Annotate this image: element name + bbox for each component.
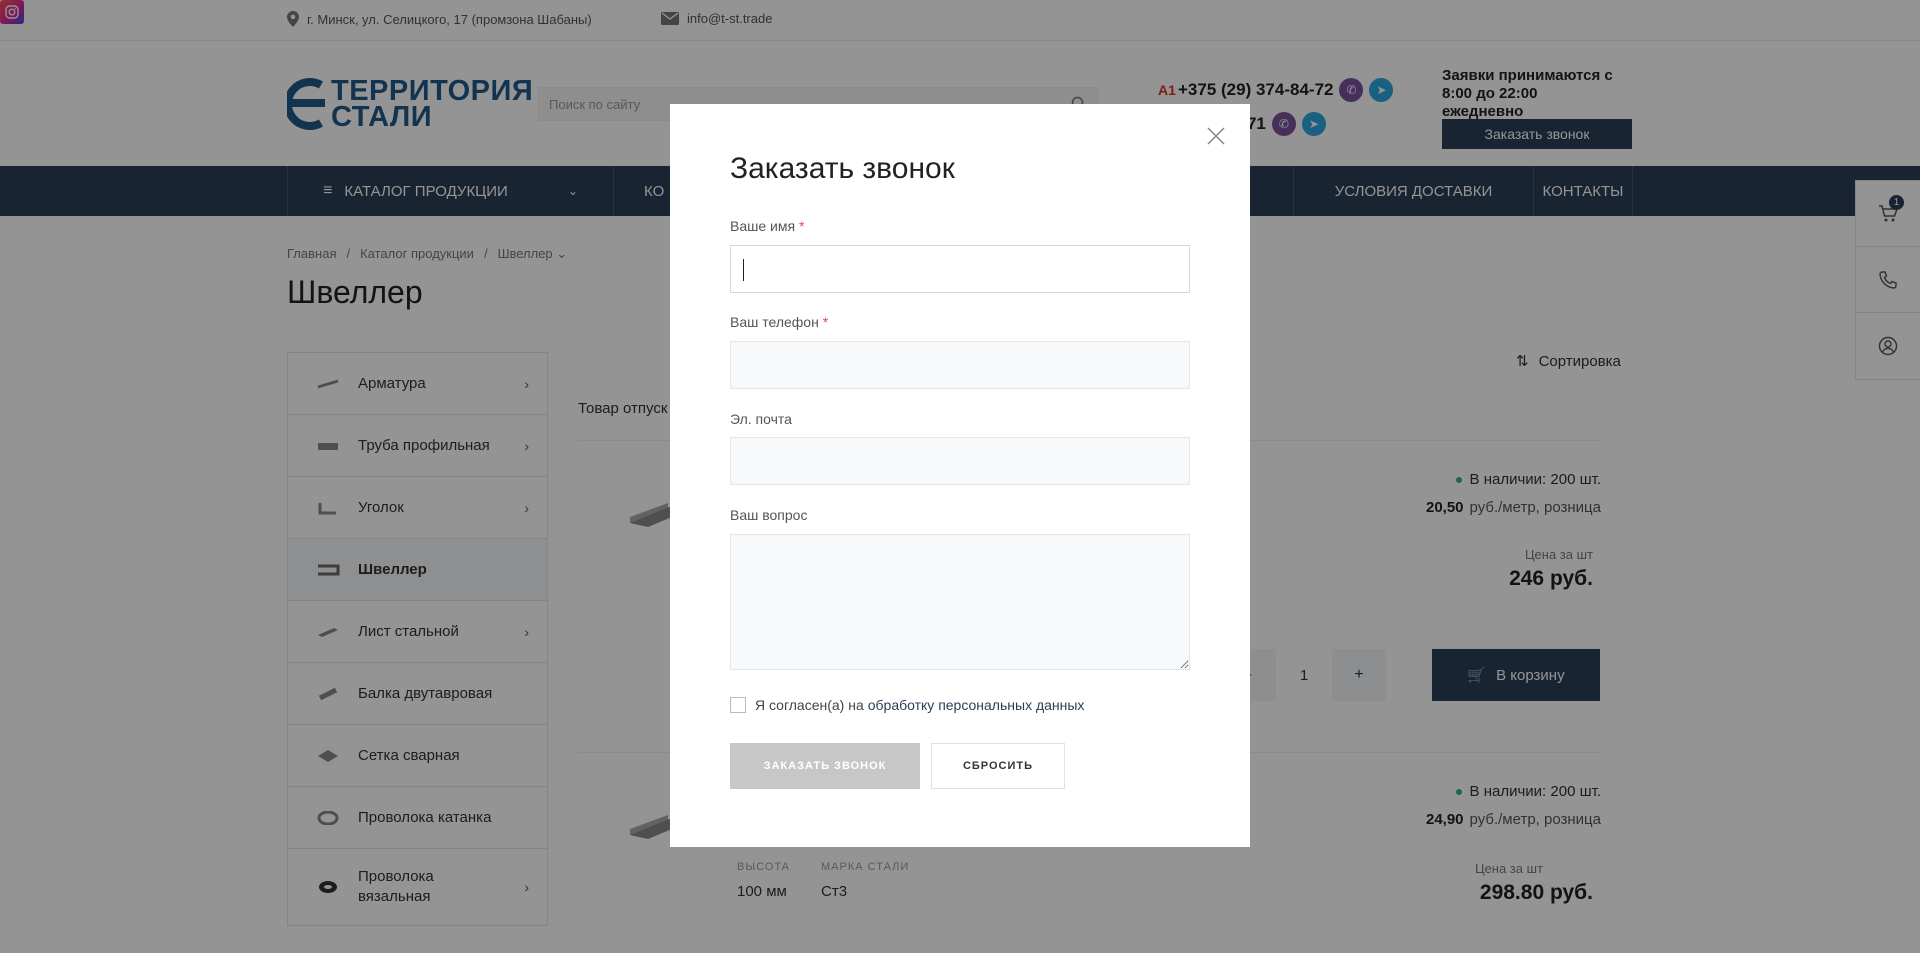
reset-button[interactable]: СБРОСИТЬ <box>931 743 1065 789</box>
name-label: Ваше имя * <box>730 218 805 234</box>
phone-field[interactable] <box>730 341 1190 389</box>
question-textarea[interactable] <box>730 534 1190 670</box>
email-field[interactable] <box>730 437 1190 485</box>
callback-modal: Заказать звонок Ваше имя * Ваш телефон *… <box>670 104 1250 847</box>
question-label: Ваш вопрос <box>730 507 808 523</box>
modal-title: Заказать звонок <box>730 152 955 185</box>
text-cursor <box>743 259 744 281</box>
consent-row: Я согласен(а) на обработку персональных … <box>730 697 1084 713</box>
privacy-link[interactable]: обработку персональных данных <box>868 697 1085 713</box>
submit-callback-button[interactable]: ЗАКАЗАТЬ ЗВОНОК <box>730 743 920 789</box>
close-icon[interactable] <box>1204 124 1228 148</box>
phone-label: Ваш телефон * <box>730 314 829 330</box>
name-field[interactable] <box>730 245 1190 293</box>
consent-checkbox[interactable] <box>730 697 746 713</box>
email-label: Эл. почта <box>730 411 792 427</box>
